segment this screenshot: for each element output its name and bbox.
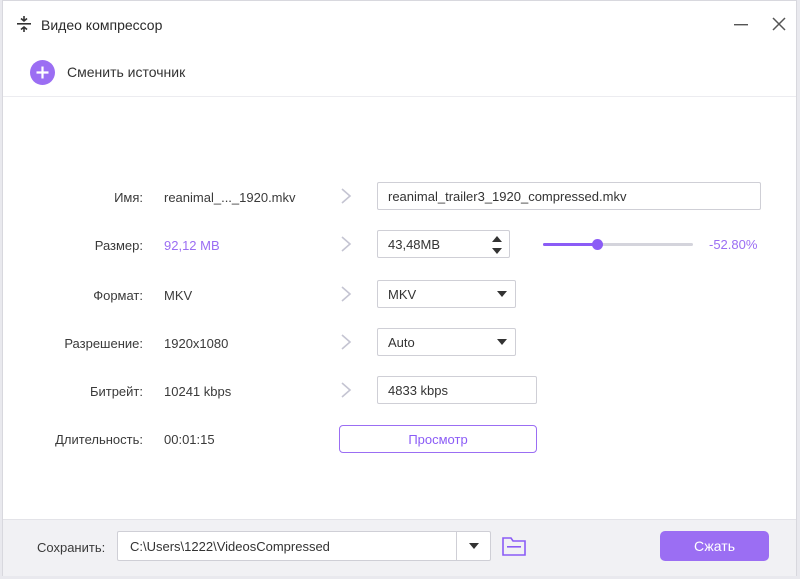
save-path-dropdown[interactable] [456, 532, 490, 560]
resolution-label: Разрешение: [64, 336, 143, 351]
output-name-text: reanimal_trailer3_1920_compressed.mkv [388, 188, 627, 204]
chevron-right-icon [341, 236, 352, 252]
source-resolution-value: 1920x1080 [164, 336, 229, 351]
title-bar: Видео компрессор [3, 1, 796, 47]
folder-icon[interactable] [501, 534, 527, 558]
video-compressor-window: Видео компрессор Сменить источник Имя: r… [2, 0, 797, 576]
source-size-value: 92,12 MB [164, 238, 220, 253]
minimize-button[interactable] [729, 12, 753, 36]
compress-icon [17, 16, 31, 32]
close-icon [772, 17, 786, 31]
close-button[interactable] [767, 12, 791, 36]
save-path-text: C:\Users\1222\VideosCompressed [130, 538, 330, 554]
name-label: Имя: [114, 190, 143, 205]
source-duration-value: 00:01:15 [164, 432, 215, 447]
format-select[interactable]: MKV [377, 280, 516, 308]
output-size-text: 43,48MB [388, 236, 441, 252]
resolution-select[interactable]: Auto [377, 328, 516, 356]
save-label: Сохранить: [37, 540, 106, 555]
chevron-right-icon [341, 382, 352, 398]
source-bitrate-value: 10241 kbps [164, 384, 232, 399]
duration-label: Длительность: [55, 432, 143, 447]
change-source-label: Сменить источник [67, 64, 186, 80]
chevron-down-icon [497, 291, 507, 297]
preview-button[interactable]: Просмотр [339, 425, 537, 453]
plus-circle-icon [30, 59, 55, 85]
chevron-right-icon [341, 286, 352, 302]
size-label: Размер: [94, 238, 143, 253]
size-slider[interactable] [543, 238, 693, 250]
chevron-right-icon [341, 334, 352, 350]
output-bitrate-text: 4833 kbps [388, 382, 448, 398]
compress-button[interactable]: Сжать [660, 531, 769, 561]
resolution-selected-text: Auto [388, 334, 415, 350]
output-name-input[interactable]: reanimal_trailer3_1920_compressed.mkv [377, 182, 761, 210]
source-name-value: reanimal_..._1920.mkv [164, 190, 296, 205]
change-source-button[interactable]: Сменить источник [30, 59, 185, 85]
format-label: Формат: [93, 288, 143, 303]
size-reduction-percent: -52.80% [709, 237, 758, 252]
chevron-down-icon [497, 339, 507, 345]
footer: Сохранить: C:\Users\1222\VideosCompresse… [3, 519, 796, 576]
output-bitrate-input[interactable]: 4833 kbps [377, 376, 537, 404]
output-size-stepper[interactable]: 43,48MB [377, 230, 510, 258]
save-path-input[interactable]: C:\Users\1222\VideosCompressed [117, 531, 491, 561]
stepper-arrows-icon[interactable] [491, 234, 503, 256]
source-format-value: MKV [164, 288, 193, 303]
slider-thumb[interactable] [592, 239, 603, 250]
toolbar: Сменить источник [3, 47, 796, 97]
window-title: Видео компрессор [41, 17, 163, 33]
slider-fill [543, 243, 597, 246]
bitrate-label: Битрейт: [89, 384, 143, 399]
format-selected-text: MKV [388, 286, 417, 302]
minimize-icon [734, 24, 748, 26]
chevron-right-icon [341, 188, 352, 204]
chevron-down-icon [469, 543, 479, 549]
